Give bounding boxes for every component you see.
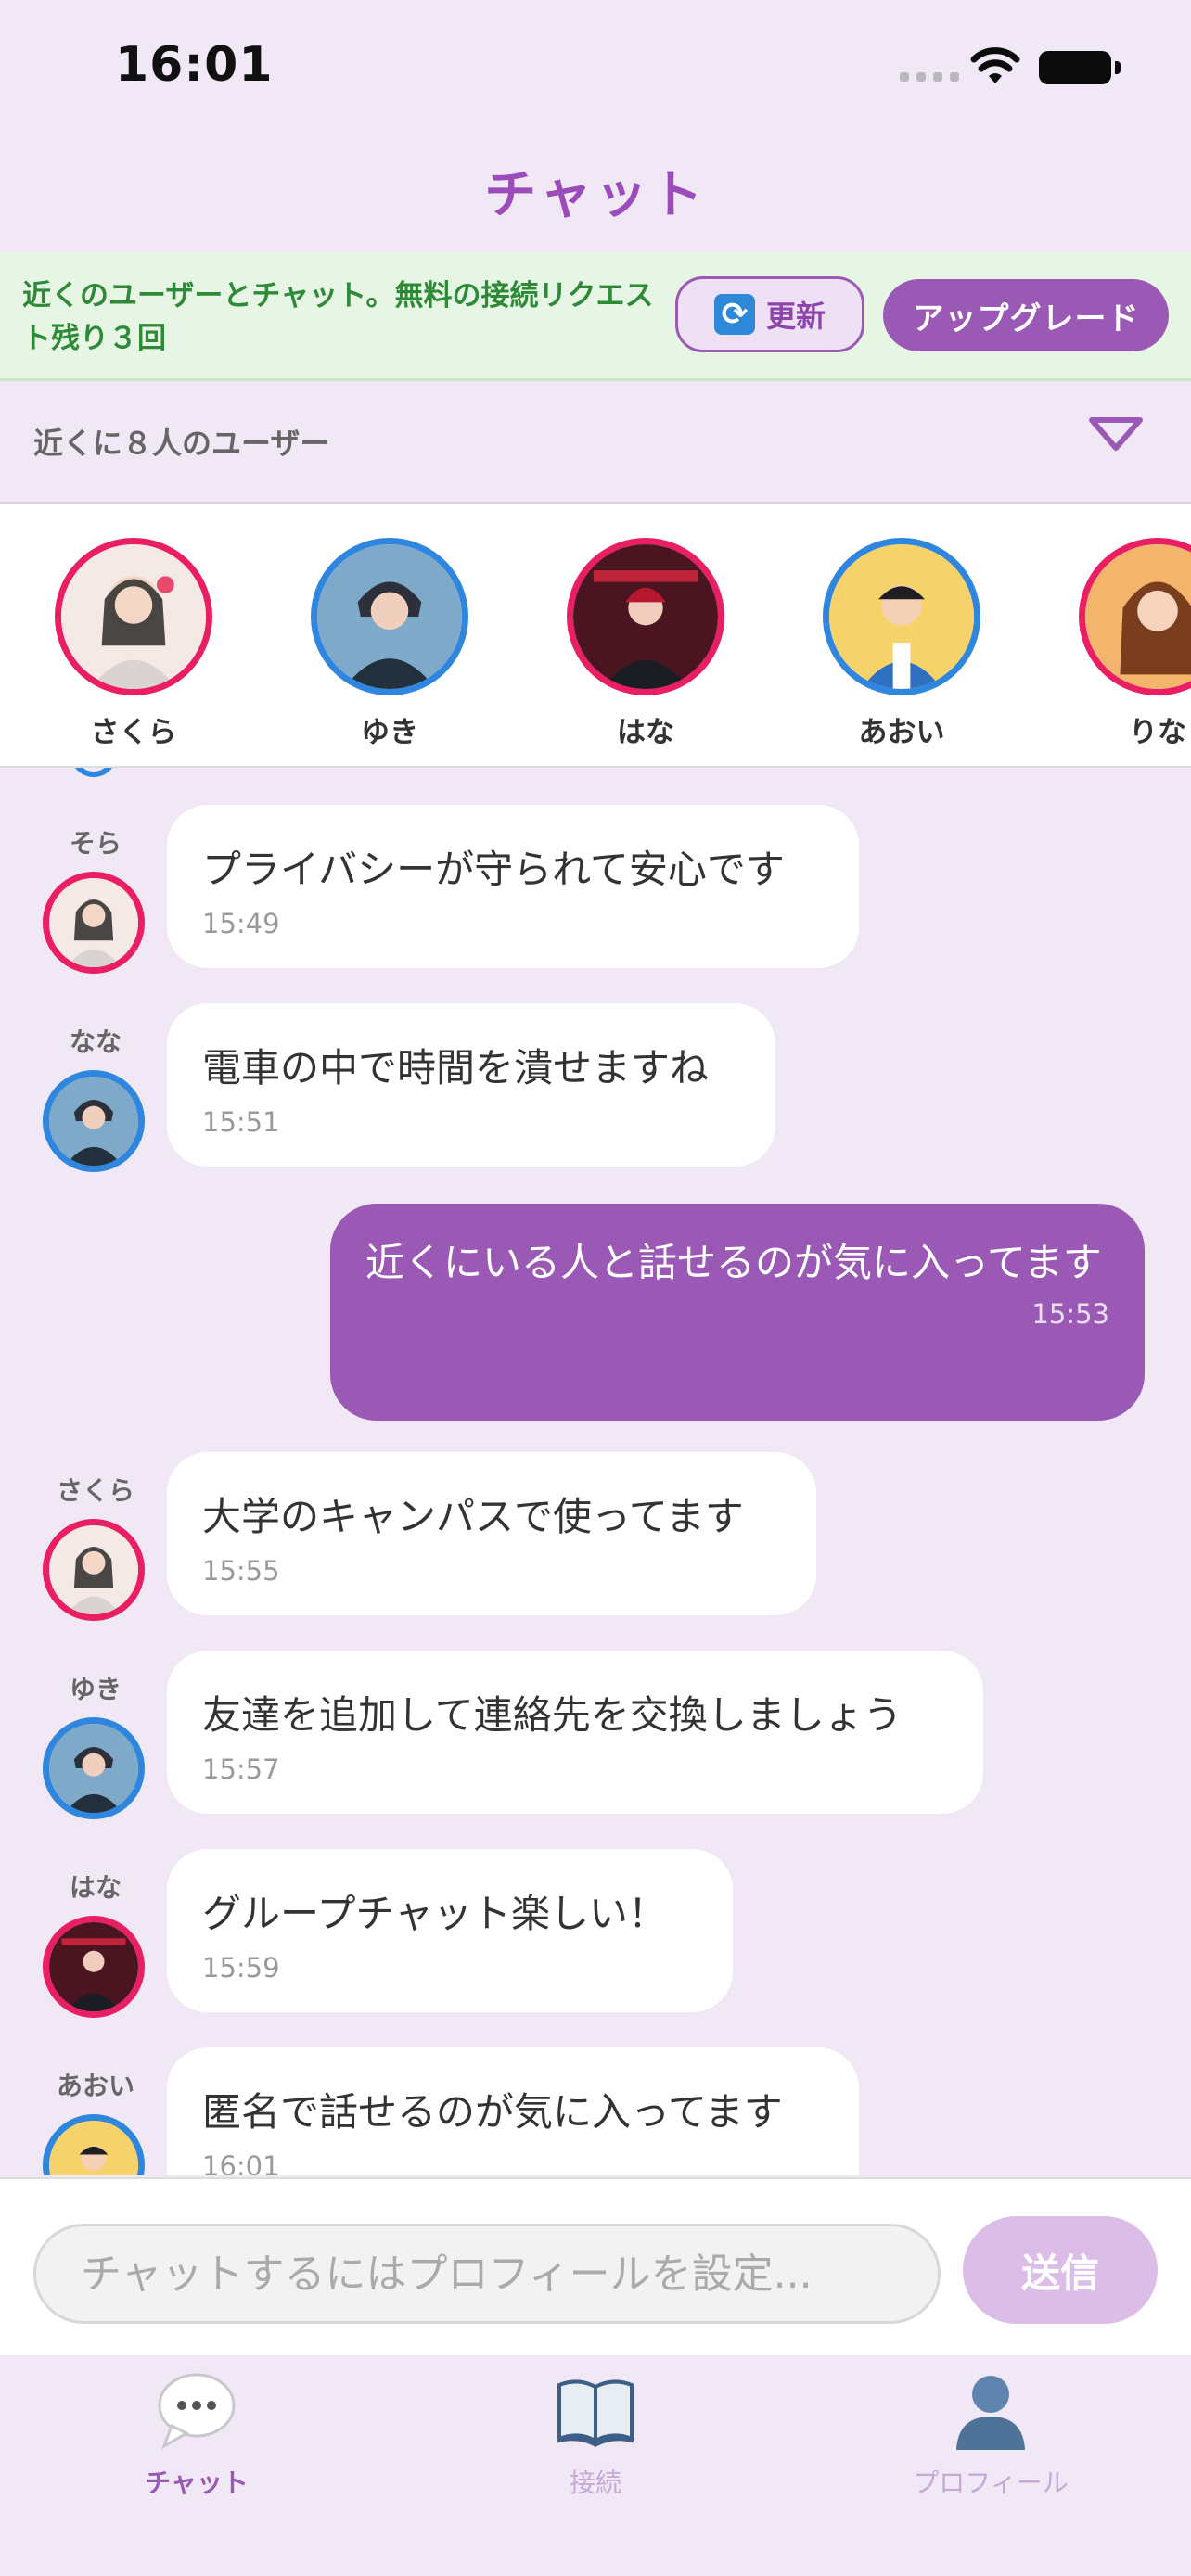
user-name: りな xyxy=(1129,716,1186,749)
speech-bubble-icon xyxy=(158,2373,236,2450)
tab-profile[interactable]: プロフィール xyxy=(852,2368,1130,2500)
user-chip[interactable]: ゆき xyxy=(306,538,473,750)
battery-icon xyxy=(1039,51,1111,84)
message-composer: 送信 xyxy=(0,2177,1191,2357)
upgrade-button[interactable]: アップグレード xyxy=(883,279,1169,351)
avatar[interactable] xyxy=(43,1070,145,1172)
avatar[interactable] xyxy=(43,1717,145,1819)
cellular-signal-icon xyxy=(900,72,959,82)
tab-chat[interactable]: チャット xyxy=(58,2368,336,2500)
user-name: さくら xyxy=(90,716,177,749)
message-bubble[interactable]: 友達を追加して連絡先を交換しましょう 15:57 xyxy=(167,1651,983,1814)
send-button[interactable]: 送信 xyxy=(963,2216,1158,2324)
user-name: あおい xyxy=(858,716,945,749)
avatar xyxy=(1079,538,1191,695)
message-sender: さくら xyxy=(56,1475,134,1506)
avatar[interactable] xyxy=(43,2114,145,2175)
avatar xyxy=(823,538,980,695)
message-text: 友達を追加して連絡先を交換しましょう xyxy=(202,1692,903,1738)
message-time: 15:59 xyxy=(202,1952,280,1983)
nearby-users-strip[interactable]: さくら ゆき はな あおい りな xyxy=(0,504,1191,768)
message-bubble[interactable]: 大学のキャンパスで使ってます 15:55 xyxy=(167,1452,816,1615)
tab-label: プロフィール xyxy=(913,2468,1069,2498)
avatar[interactable] xyxy=(43,1916,145,2018)
message-input[interactable] xyxy=(33,2224,941,2324)
user-chip[interactable]: さくら xyxy=(50,538,217,750)
message-sender: はな xyxy=(69,1872,122,1903)
refresh-label: 更新 xyxy=(765,299,826,334)
message-text: グループチャット楽しい！ xyxy=(202,1891,668,1936)
refresh-icon: ⟳ xyxy=(713,294,755,335)
page-title: チャット xyxy=(484,165,707,225)
wifi-icon xyxy=(970,47,1020,83)
tab-label: 接続 xyxy=(569,2468,621,2498)
own-message-bubble[interactable]: 近くにいる人と話せるのが気に入ってます 15:53 xyxy=(330,1204,1145,1421)
person-silhouette-icon xyxy=(956,2376,1025,2450)
message-time: 16:01 xyxy=(202,2150,280,2175)
banner-text: 近くのユーザーとチャット。無料の接続リクエスト残り３回 xyxy=(22,279,654,355)
message-sender: なな xyxy=(69,1027,122,1057)
battery-tip xyxy=(1115,61,1121,74)
avatar xyxy=(567,538,724,695)
message-time: 15:55 xyxy=(202,1555,280,1587)
message-time: 15:57 xyxy=(202,1753,280,1785)
free-requests-banner: 近くのユーザーとチャット。無料の接続リクエスト残り３回 ⟳ 更新 アップグレード xyxy=(0,252,1191,381)
message-sender: ゆき xyxy=(69,1674,122,1704)
message-text: 匿名で話せるのが気に入ってます xyxy=(202,2089,783,2135)
message-time: 15:49 xyxy=(202,908,280,939)
message-sender: あおい xyxy=(56,2071,134,2101)
avatar[interactable] xyxy=(43,1519,145,1621)
message-text: 電車の中で時間を潰せますね xyxy=(202,1045,710,1090)
avatar xyxy=(311,538,468,695)
message-time: 15:51 xyxy=(202,1106,280,1138)
message-bubble[interactable]: プライバシーが守られて安心です 15:49 xyxy=(167,805,859,968)
message-bubble[interactable]: 電車の中で時間を潰せますね 15:51 xyxy=(167,1003,775,1167)
avatar[interactable] xyxy=(43,872,145,974)
message-sender: そら xyxy=(69,828,122,859)
status-bar: 16:01 xyxy=(0,0,1191,130)
message-text: 近くにいる人と話せるのが気に入ってます xyxy=(365,1240,1102,1285)
user-chip[interactable]: りな xyxy=(1074,538,1191,750)
nearby-users-count: 近くに８人のユーザー xyxy=(33,426,330,461)
user-name: ゆき xyxy=(361,716,418,749)
refresh-button[interactable]: ⟳ 更新 xyxy=(675,276,864,352)
message-time: 15:53 xyxy=(1031,1298,1109,1330)
chat-message-list[interactable]: そら プライバシーが守られて安心です 15:49 なな 電車の中で時間を潰せます… xyxy=(0,768,1191,2175)
user-name: はな xyxy=(617,716,674,749)
message-bubble[interactable]: グループチャット楽しい！ 15:59 xyxy=(167,1849,733,2012)
avatar xyxy=(55,538,212,695)
book-icon xyxy=(557,2379,634,2447)
user-chip[interactable]: あおい xyxy=(818,538,985,750)
avatar xyxy=(70,768,117,777)
tab-bar: チャット 接続 プロフィール xyxy=(0,2355,1191,2576)
tab-label: チャット xyxy=(145,2468,249,2498)
status-time: 16:01 xyxy=(115,37,274,93)
chevron-down-icon[interactable] xyxy=(1087,415,1145,453)
message-bubble[interactable]: 匿名で話せるのが気に入ってます 16:01 xyxy=(167,2047,859,2175)
nearby-users-header[interactable]: 近くに８人のユーザー xyxy=(0,381,1191,504)
message-text: 大学のキャンパスで使ってます xyxy=(202,1494,744,1539)
message-text: プライバシーが守られて安心です xyxy=(202,847,785,892)
tab-connections[interactable]: 接続 xyxy=(456,2368,735,2500)
user-chip[interactable]: はな xyxy=(562,538,729,750)
